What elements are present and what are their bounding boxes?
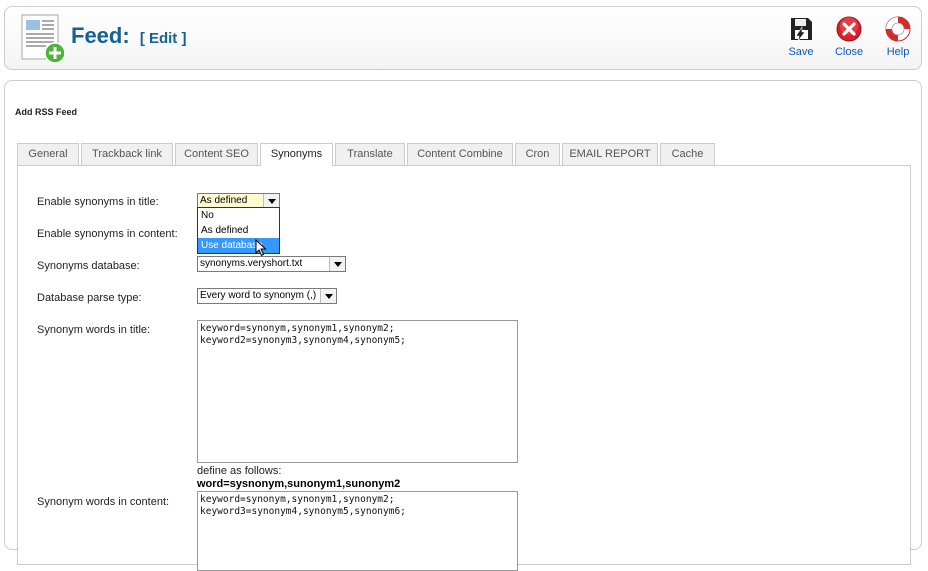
toolbar-header: Feed: [ Edit ] Save Close Help	[4, 6, 922, 70]
tab-general[interactable]: General	[17, 143, 79, 165]
tab-cache[interactable]: Cache	[660, 143, 715, 165]
dropdown-option-no[interactable]: No	[198, 208, 279, 223]
words-content-textarea[interactable]: keyword=synonym,synonym1,synonym2; keywo…	[197, 491, 518, 571]
tab-synonyms[interactable]: Synonyms	[260, 143, 333, 166]
tab-translate[interactable]: Translate	[335, 143, 405, 165]
enable-title-label: Enable synonyms in title:	[37, 196, 159, 208]
chevron-down-icon	[329, 257, 345, 271]
tab-content-combine[interactable]: Content Combine	[407, 143, 513, 165]
close-icon	[836, 16, 862, 42]
synonyms-database-label: Synonyms database:	[37, 260, 140, 272]
help-button[interactable]: Help	[877, 15, 919, 58]
words-content-label: Synonym words in content:	[37, 496, 170, 508]
enable-title-select-value: As defined	[200, 195, 248, 206]
save-label: Save	[788, 46, 814, 58]
page-title: Feed: [ Edit ]	[71, 23, 186, 49]
parse-type-value: Every word to synonym (,)	[200, 290, 317, 301]
synonyms-database-select[interactable]: synonyms.veryshort.txt	[197, 256, 346, 272]
help-lifebuoy-icon	[885, 16, 911, 42]
enable-title-dropdown-list: No As defined Use database	[197, 207, 280, 254]
mouse-pointer-icon	[255, 239, 267, 257]
tab-trackback-link[interactable]: Trackback link	[81, 143, 173, 165]
chevron-down-icon	[263, 194, 279, 208]
parse-type-label: Database parse type:	[37, 292, 142, 304]
chevron-down-icon	[320, 289, 336, 303]
feed-document-icon	[21, 14, 66, 64]
words-title-textarea[interactable]: keyword=synonym,synonym1,synonym2; keywo…	[197, 320, 518, 463]
save-button[interactable]: Save	[780, 15, 822, 58]
main-panel: Add RSS Feed General Trackback link Cont…	[4, 80, 922, 571]
close-button[interactable]: Close	[828, 15, 870, 58]
help-label: Help	[886, 46, 910, 58]
parse-type-select[interactable]: Every word to synonym (,)	[197, 288, 337, 304]
synonyms-tab-pane: Enable synonyms in title: As defined No …	[17, 165, 911, 571]
format-hint-example: word=sysnonym,sunonym1,sunonym2	[197, 478, 401, 490]
enable-content-label: Enable synonyms in content:	[37, 228, 178, 240]
tab-email-report[interactable]: EMAIL REPORT	[562, 143, 658, 165]
edit-mode-label: [ Edit ]	[139, 30, 187, 47]
tab-content-seo[interactable]: Content SEO	[175, 143, 258, 165]
dropdown-option-as-defined[interactable]: As defined	[198, 223, 279, 238]
format-hint: define as follows:	[197, 465, 282, 477]
close-label: Close	[834, 46, 864, 58]
synonyms-database-value: synonyms.veryshort.txt	[200, 258, 303, 269]
page-title-text: Feed:	[71, 23, 130, 48]
save-icon	[791, 18, 812, 42]
form-legend: Add RSS Feed	[15, 107, 78, 117]
tab-cron[interactable]: Cron	[515, 143, 560, 165]
words-title-label: Synonym words in title:	[37, 324, 151, 336]
